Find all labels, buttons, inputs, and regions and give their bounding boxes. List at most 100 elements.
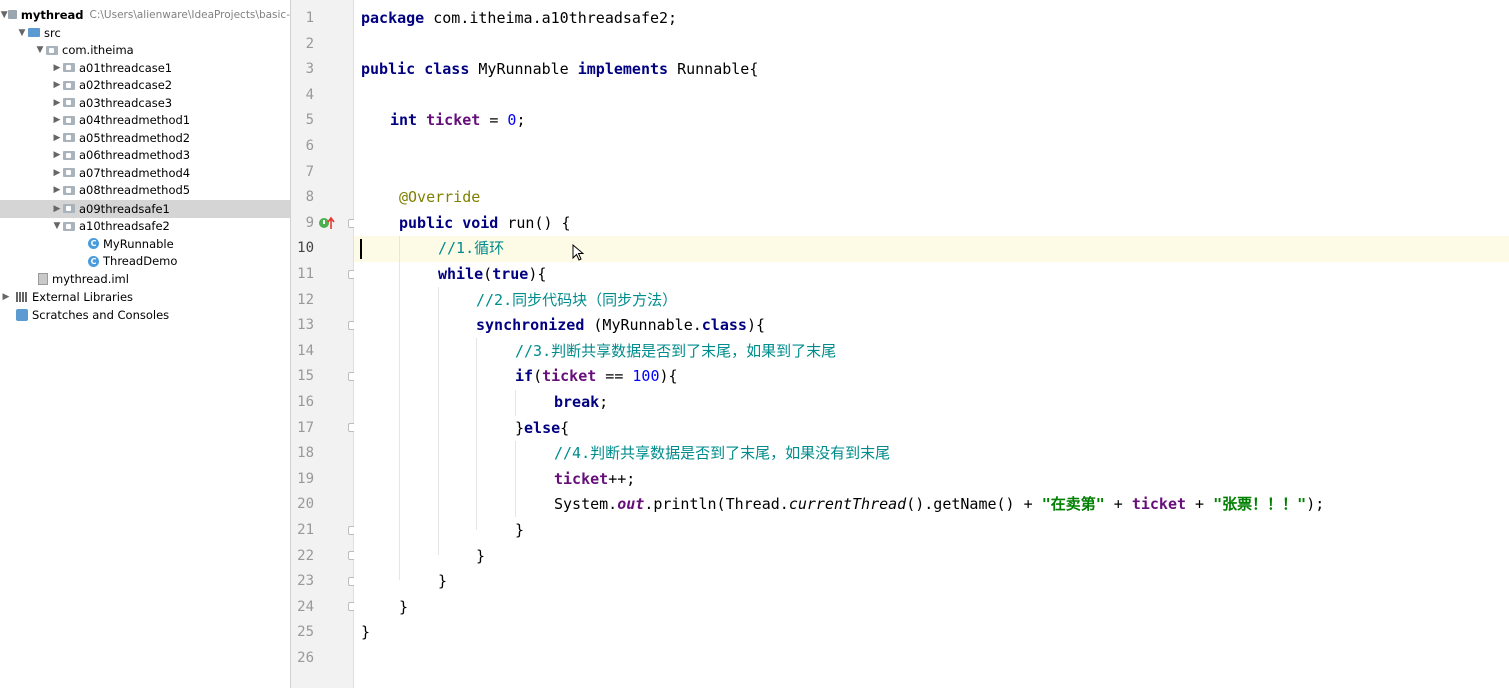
chevron-right-icon[interactable]: ▶ <box>51 63 63 73</box>
tree-item-package[interactable]: ▶ a06threadmethod3 <box>0 147 290 165</box>
line-number: 9 <box>305 214 314 231</box>
package-icon <box>63 98 75 108</box>
tree-item-package[interactable]: ▼ a10threadsafe2 <box>0 218 290 236</box>
indent-guide <box>515 390 516 416</box>
chevron-right-icon[interactable]: ▶ <box>51 185 63 195</box>
line-number: 20 <box>297 496 314 513</box>
line-number: 18 <box>297 445 314 462</box>
module-file-icon <box>38 272 48 285</box>
package-icon <box>63 63 75 73</box>
code-editor[interactable]: package com.itheima.a10threadsafe2; publ… <box>354 0 1509 688</box>
indent-guide <box>399 236 400 580</box>
tree-item-package-selected[interactable]: ▶ a09threadsafe1 <box>0 200 290 218</box>
code-line-17: }else{ <box>515 418 570 437</box>
tree-item-label: ThreadDemo <box>103 254 178 269</box>
tree-item-label: a01threadcase1 <box>79 60 173 75</box>
tree-item-package-root[interactable]: ▼ com.itheima <box>0 42 290 60</box>
class-icon: C <box>88 238 99 250</box>
tree-item-label: Scratches and Consoles <box>32 307 170 322</box>
line-number: 15 <box>297 368 314 385</box>
code-line-22: } <box>476 546 486 565</box>
override-marker-icon[interactable] <box>318 216 336 230</box>
line-number: 19 <box>297 470 314 487</box>
code-line-1: package com.itheima.a10threadsafe2; <box>361 9 678 27</box>
line-number: 1 <box>305 10 314 26</box>
tree-item-class[interactable]: C ThreadDemo <box>0 253 290 271</box>
tree-item-package[interactable]: ▶ a07threadmethod4 <box>0 164 290 182</box>
code-line-19: ticket++; <box>554 469 636 488</box>
package-icon <box>63 185 75 195</box>
chevron-down-icon[interactable]: ▼ <box>51 221 63 231</box>
tree-item-class[interactable]: C MyRunnable <box>0 235 290 253</box>
tree-item-package[interactable]: ▶ a03threadcase3 <box>0 94 290 112</box>
text-caret <box>360 239 362 259</box>
indent-guide <box>476 338 477 530</box>
chevron-right-icon[interactable]: ▶ <box>51 98 63 108</box>
tree-item-label: MyRunnable <box>103 236 174 251</box>
code-line-9: public void run() { <box>399 213 571 232</box>
editor-gutter: 1 2 3 4 5 6 7 8 9 10 11 12 13 14 15 16 1… <box>291 0 357 688</box>
project-tree-panel: ▼ mythread C:\Users\alienware\IdeaProjec… <box>0 0 291 688</box>
code-line-3: public class MyRunnable implements Runna… <box>361 60 759 79</box>
line-number: 4 <box>305 86 314 103</box>
tree-item-package[interactable]: ▶ a02threadcase2 <box>0 77 290 95</box>
code-line-20: System.out.println(Thread.currentThread(… <box>554 495 1325 514</box>
class-icon: C <box>88 255 99 267</box>
tree-item-label: a10threadsafe2 <box>79 219 170 234</box>
chevron-right-icon[interactable]: ▶ <box>51 204 63 214</box>
chevron-right-icon[interactable]: ▶ <box>51 150 63 160</box>
tree-item-src[interactable]: ▼ src <box>0 24 290 42</box>
tree-root-label: mythread <box>20 7 84 22</box>
tree-item-label: a06threadmethod3 <box>79 148 191 163</box>
tree-item-iml[interactable]: mythread.iml <box>0 270 290 288</box>
indent-guide <box>438 287 439 555</box>
indent-guide <box>515 441 516 517</box>
chevron-right-icon[interactable]: ▶ <box>0 292 12 302</box>
chevron-down-icon[interactable]: ▼ <box>16 28 28 38</box>
chevron-down-icon[interactable]: ▼ <box>34 45 46 55</box>
chevron-right-icon[interactable]: ▶ <box>51 133 63 143</box>
tree-item-package[interactable]: ▶ a08threadmethod5 <box>0 182 290 200</box>
line-number: 12 <box>297 291 314 308</box>
package-icon <box>63 168 75 178</box>
line-number: 6 <box>305 138 314 154</box>
line-number: 16 <box>297 394 314 410</box>
chevron-right-icon[interactable]: ▶ <box>51 168 63 178</box>
chevron-right-icon[interactable]: ▶ <box>51 80 63 90</box>
tree-item-external-libraries[interactable]: ▶ External Libraries <box>0 288 290 306</box>
line-number: 17 <box>297 419 314 436</box>
chevron-right-icon[interactable]: ▶ <box>51 115 63 125</box>
code-line-10: //1.循环 <box>438 239 505 258</box>
tree-root-path: C:\Users\alienware\IdeaProjects\basic- <box>89 8 290 21</box>
code-line-15: if(ticket == 100){ <box>515 367 678 386</box>
tree-item-package[interactable]: ▶ a05threadmethod2 <box>0 129 290 147</box>
tree-item-label: src <box>44 25 61 40</box>
current-line-highlight <box>354 236 1509 262</box>
tree-item-label: a03threadcase3 <box>79 95 173 110</box>
code-line-5: int ticket = 0; <box>390 111 526 130</box>
line-number: 22 <box>297 547 314 564</box>
line-number: 2 <box>305 35 314 52</box>
tree-item-label: com.itheima <box>62 43 134 58</box>
line-number: 5 <box>305 112 314 129</box>
mouse-cursor-icon <box>572 244 584 261</box>
tree-item-label: a07threadmethod4 <box>79 165 191 180</box>
code-line-24: } <box>399 597 409 616</box>
tree-root-mythread[interactable]: ▼ mythread C:\Users\alienware\IdeaProjec… <box>0 6 290 24</box>
tree-item-label: External Libraries <box>32 289 134 304</box>
tree-item-package[interactable]: ▶ a04threadmethod1 <box>0 112 290 130</box>
tree-item-package[interactable]: ▶ a01threadcase1 <box>0 59 290 77</box>
code-line-16: break; <box>554 393 609 411</box>
line-number: 7 <box>305 163 314 180</box>
line-number: 23 <box>297 573 314 590</box>
tree-item-scratches[interactable]: Scratches and Consoles <box>0 306 290 324</box>
code-line-18: //4.判断共享数据是否到了末尾，如果没有到末尾 <box>554 444 891 463</box>
tree-item-label: a09threadsafe1 <box>79 201 170 216</box>
chevron-down-icon[interactable]: ▼ <box>0 10 8 20</box>
code-line-13: synchronized (MyRunnable.class){ <box>476 316 765 335</box>
tree-item-label: a02threadcase2 <box>79 78 173 93</box>
folder-icon <box>8 10 17 20</box>
code-line-23: } <box>438 572 448 591</box>
folder-icon <box>28 28 40 38</box>
code-line-21: } <box>515 521 525 539</box>
